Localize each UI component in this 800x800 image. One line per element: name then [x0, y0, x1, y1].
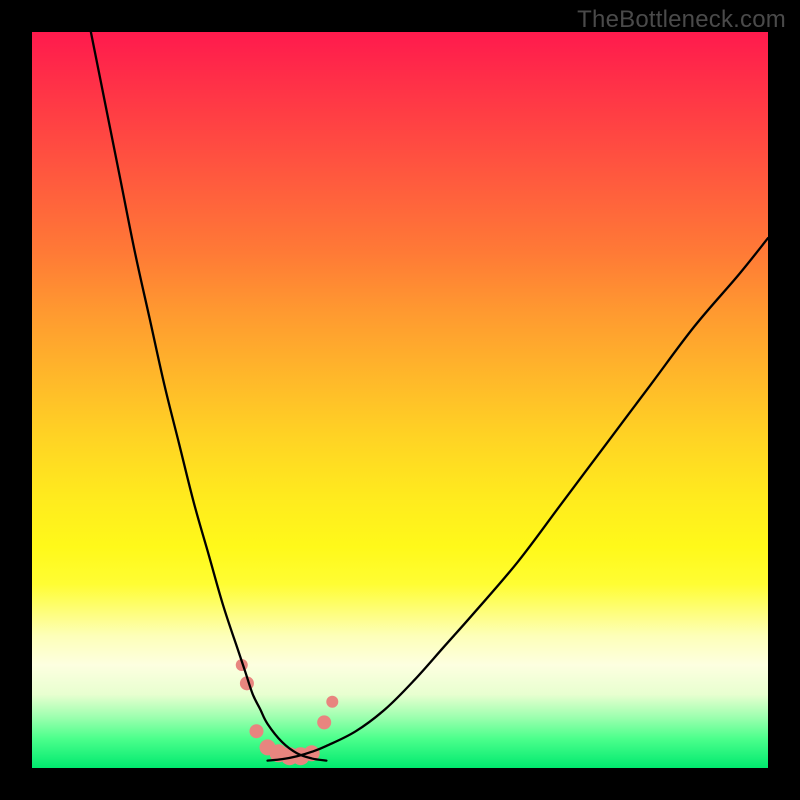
- markers-group: [236, 659, 339, 765]
- plot-area: [32, 32, 768, 768]
- chart-frame: TheBottleneck.com: [0, 0, 800, 800]
- marker-point: [317, 715, 331, 729]
- curve-svg: [32, 32, 768, 768]
- watermark-text: TheBottleneck.com: [577, 6, 786, 34]
- marker-point: [326, 696, 338, 708]
- left-branch-path: [91, 32, 327, 761]
- right-branch-path: [268, 238, 768, 761]
- marker-point: [249, 724, 263, 738]
